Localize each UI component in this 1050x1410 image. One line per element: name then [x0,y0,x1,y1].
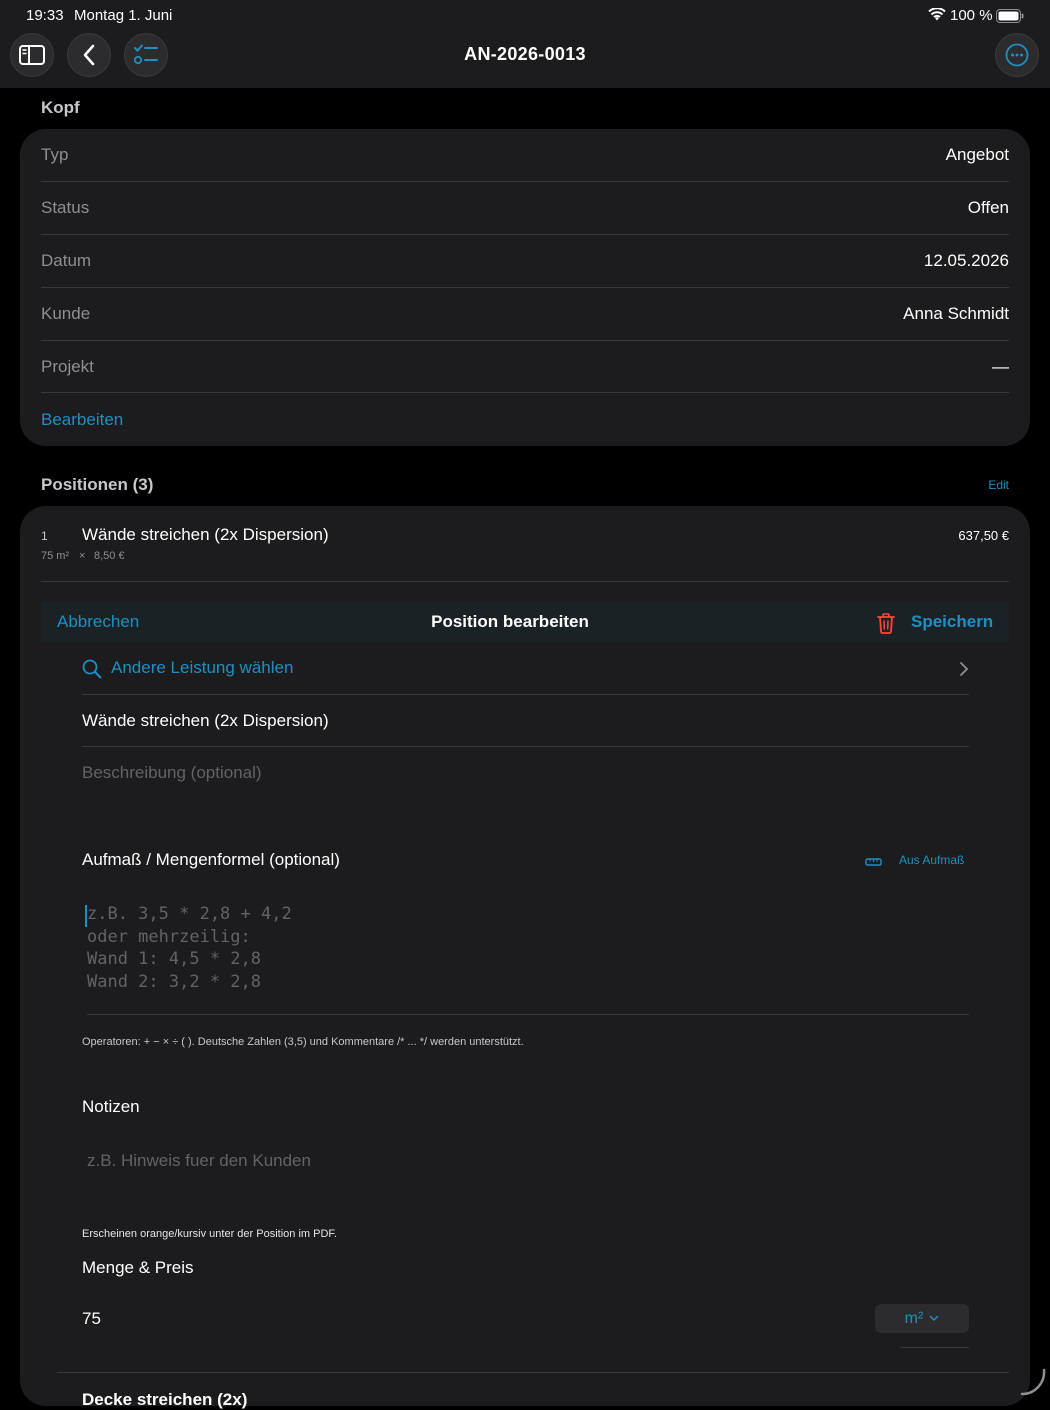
ruler-icon [865,854,882,872]
wifi-icon [928,8,946,27]
trash-icon [876,612,896,634]
position-quantity: 75 m² [41,550,69,562]
row-value-kunde: Anna Schmidt [903,304,1009,324]
formula-title: Aufmaß / Mengenformel (optional) [82,850,340,870]
notes-input[interactable]: z.B. Hinweis fuer den Kunden [87,1151,311,1171]
quantity-field[interactable]: 75 [82,1309,101,1329]
section-header-kopf: Kopf [41,98,80,118]
position-unit-price: 8,50 € [94,550,125,562]
row-label-datum: Datum [41,251,91,271]
row-value-datum: 12.05.2026 [924,251,1009,271]
positions-edit-button[interactable]: Edit [988,478,1009,492]
page-title: AN-2026-0013 [0,44,1050,65]
chevron-right-icon [959,661,969,682]
formula-input[interactable]: z.B. 3,5 * 2,8 + 4,2 oder mehrzeilig: Wa… [87,903,967,993]
formula-placeholder-line: z.B. 3,5 * 2,8 + 4,2 [87,903,967,926]
edit-header-link[interactable]: Bearbeiten [41,410,123,430]
divider [41,181,1009,182]
position-number: 1 [41,529,48,543]
battery-percent: 100 % [950,7,993,24]
save-button[interactable]: Speichern [911,612,993,632]
service-name-field[interactable]: Wände streichen (2x Dispersion) [82,711,329,731]
row-label-kunde: Kunde [41,304,90,324]
delete-button[interactable] [876,612,896,639]
from-measurement-button[interactable]: Aus Aufmaß [899,853,964,867]
formula-placeholder-line: Wand 1: 4,5 * 2,8 [87,948,967,971]
row-label-projekt: Projekt [41,357,94,377]
divider [41,287,1009,288]
notes-title: Notizen [82,1097,140,1117]
divider [41,234,1009,235]
divider [41,581,1009,582]
row-value-projekt: — [992,357,1009,377]
formula-placeholder-line: Wand 2: 3,2 * 2,8 [87,971,967,994]
formula-placeholder-line: oder mehrzeilig: [87,926,967,949]
editor-title: Position bearbeiten [0,612,1020,632]
position-title[interactable]: Wände streichen (2x Dispersion) [82,525,329,545]
chevron-down-icon [929,1315,939,1322]
divider [82,694,969,695]
quantity-price-title: Menge & Preis [82,1258,194,1278]
row-value-typ: Angebot [946,145,1009,165]
divider [57,1372,1009,1373]
battery-icon [996,9,1024,28]
unit-picker[interactable]: m² [875,1304,969,1333]
row-value-status: Offen [968,198,1009,218]
divider [900,1347,969,1348]
position-total: 637,50 € [958,528,1009,543]
divider [41,340,1009,341]
unit-value: m² [905,1310,924,1328]
row-label-status: Status [41,198,89,218]
choose-service-button[interactable]: Andere Leistung wählen [111,658,293,678]
divider [41,392,1009,393]
row-label-typ: Typ [41,145,68,165]
divider [82,746,969,747]
search-icon [82,659,102,684]
times-sign: × [79,550,85,562]
status-date: Montag 1. Juni [74,7,172,24]
ellipsis-circle-icon [1005,43,1029,67]
section-header-positionen: Positionen (3) [41,475,153,495]
divider [87,1014,969,1015]
description-field[interactable]: Beschreibung (optional) [82,763,262,783]
notes-hint: Erscheinen orange/kursiv unter der Posit… [82,1228,337,1240]
resize-handle-icon[interactable] [1020,1368,1046,1401]
next-position-title[interactable]: Decke streichen (2x) [82,1390,247,1410]
formula-hint: Operatoren: + − × ÷ ( ). Deutsche Zahlen… [82,1036,524,1048]
status-time: 19:33 [26,7,64,24]
more-button[interactable] [995,33,1039,77]
